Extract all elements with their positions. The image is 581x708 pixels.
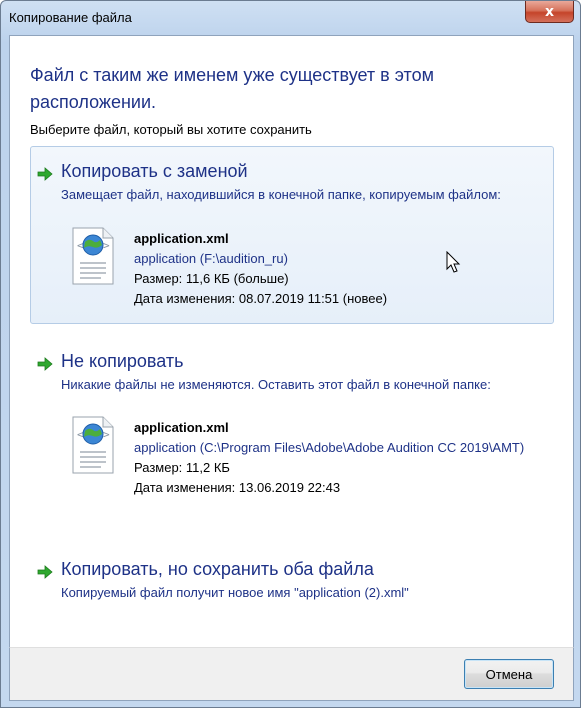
green-arrow-icon xyxy=(37,167,53,181)
option-description: Замещает файл, находившийся в конечной п… xyxy=(61,187,501,202)
copy-file-dialog: Копирование файла x Файл с таким же имен… xyxy=(0,0,581,708)
close-icon: x xyxy=(544,3,555,20)
xml-file-icon: < > xyxy=(72,416,114,474)
option-title: Не копировать xyxy=(61,351,184,371)
option-description: Никакие файлы не изменяются. Оставить эт… xyxy=(61,377,491,392)
file-size: Размер: 11,6 КБ (больше) xyxy=(134,271,289,286)
svg-text:>: > xyxy=(103,239,110,252)
mouse-cursor-icon xyxy=(446,251,461,273)
conflict-subheading: Выберите файл, который вы хотите сохрани… xyxy=(30,122,312,137)
option-title: Копировать, но сохранить оба файла xyxy=(61,559,374,579)
title-bar[interactable]: Копирование файла x xyxy=(1,1,580,35)
conflict-heading: Файл с таким же именем уже существует в … xyxy=(30,65,434,112)
svg-text:>: > xyxy=(103,428,110,441)
file-details: application.xml application (C:\Program … xyxy=(134,418,534,498)
option-do-not-copy[interactable]: Не копировать Никакие файлы не изменяютс… xyxy=(30,336,554,518)
file-name: application.xml xyxy=(134,420,229,435)
xml-file-icon: < > xyxy=(72,227,114,285)
file-name: application.xml xyxy=(134,231,229,246)
file-details: application.xml application (F:\audition… xyxy=(134,229,534,309)
file-path: application (C:\Program Files\Adobe\Adob… xyxy=(134,440,525,455)
file-size: Размер: 11,2 КБ xyxy=(134,460,230,475)
file-modified: Дата изменения: 08.07.2019 11:51 (новее) xyxy=(134,291,388,306)
option-description: Копируемый файл получит новое имя "appli… xyxy=(61,585,409,600)
option-copy-replace[interactable]: Копировать с заменой Замещает файл, нахо… xyxy=(30,146,554,324)
dialog-content: Файл с таким же именем уже существует в … xyxy=(9,35,574,656)
file-path: application (F:\audition_ru) xyxy=(134,251,288,266)
option-title: Копировать с заменой xyxy=(61,161,248,181)
close-button[interactable]: x xyxy=(525,1,574,23)
file-modified: Дата изменения: 13.06.2019 22:43 xyxy=(134,480,341,495)
window-title: Копирование файла xyxy=(9,10,132,25)
cancel-button[interactable]: Отмена xyxy=(464,659,554,689)
green-arrow-icon xyxy=(37,565,53,579)
option-keep-both[interactable]: Копировать, но сохранить оба файла Копир… xyxy=(30,544,554,610)
dialog-footer: Отмена xyxy=(9,647,574,701)
green-arrow-icon xyxy=(37,357,53,371)
